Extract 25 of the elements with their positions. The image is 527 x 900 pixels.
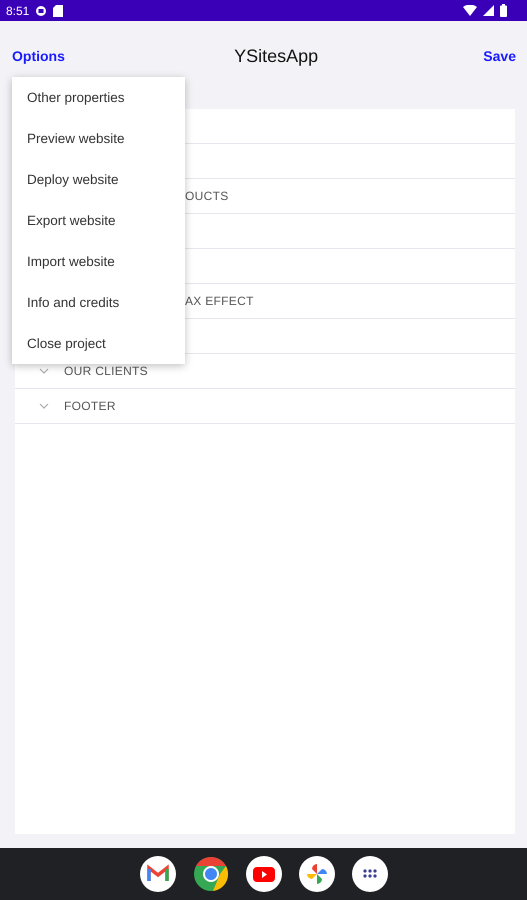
notification-icon [35,4,48,16]
section-label[interactable]: AX EFFECT [185,294,254,308]
pinwheel-app-icon[interactable] [298,856,334,892]
menu-item[interactable]: Other properties [12,77,185,118]
app-title: YSitesApp [234,46,318,66]
wifi-icon [463,5,477,16]
menu-item[interactable]: Preview website [12,118,185,159]
mail-app-icon[interactable] [140,856,176,892]
signal-icon [483,5,494,16]
section-label[interactable]: OUR CLIENTS [64,364,148,378]
browser-app-icon[interactable] [192,856,228,892]
menu-item[interactable]: Export website [12,200,185,241]
video-app-icon[interactable] [246,856,282,892]
section-label[interactable]: FOOTER [64,399,116,413]
menu-item[interactable]: Close project [12,323,185,364]
app-grid-icon[interactable] [352,856,388,892]
menu-item[interactable]: Import website [12,241,185,282]
battery-icon [500,4,507,17]
save-button[interactable]: Save [483,48,516,64]
menu-item[interactable]: Info and credits [12,282,185,323]
options-button[interactable]: Options [12,48,65,64]
section-label[interactable]: OUCTS [185,189,228,203]
status-time: 8:51 [6,4,30,18]
sd-card-icon [53,4,64,16]
menu-item[interactable]: Deploy website [12,159,185,200]
